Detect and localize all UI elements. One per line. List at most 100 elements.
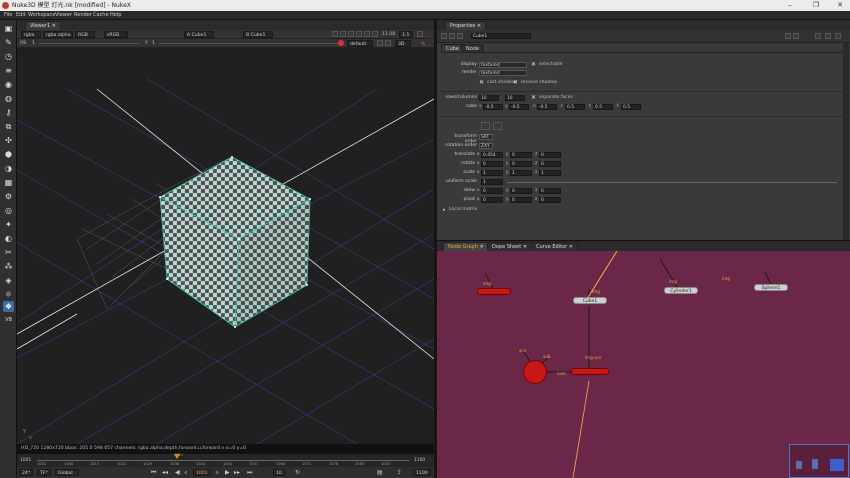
pivot-y-field[interactable]: 0 — [510, 197, 532, 203]
metadata-icon[interactable]: ▦ — [3, 177, 14, 188]
draw-icon[interactable]: ✎ — [3, 37, 14, 48]
view-mode-dropdown[interactable]: 3D — [395, 40, 411, 47]
filter-icon[interactable]: ◍ — [3, 93, 14, 104]
wipe-icon[interactable] — [364, 31, 370, 37]
menu-help[interactable]: Help — [110, 11, 121, 20]
toolsets-icon[interactable]: ⚙ — [3, 191, 14, 202]
particles-icon[interactable]: ⁂ — [3, 261, 14, 272]
menu-file[interactable]: File — [4, 11, 12, 20]
channel-dropdown[interactable]: rgba.alpha — [43, 31, 73, 38]
minimize-button[interactable]: – — [778, 0, 802, 11]
downrez-icon[interactable] — [356, 31, 362, 37]
color-picker-icon[interactable]: ✎ — [421, 40, 426, 49]
scale-y-field[interactable]: 1 — [510, 170, 532, 176]
pause-icon[interactable] — [372, 31, 378, 37]
camera-dropdown[interactable]: default — [347, 40, 373, 47]
cube-y-field[interactable]: -0.5 — [509, 104, 529, 110]
maximize-button[interactable]: ❐ — [804, 0, 828, 11]
skew-z-field[interactable]: 0 — [539, 188, 561, 194]
time-icon[interactable]: ◷ — [3, 51, 14, 62]
timeline-ruler[interactable] — [37, 456, 409, 461]
tab-viewer1[interactable]: Viewer1 ✕ — [25, 21, 61, 30]
lut-dropdown[interactable]: sRGB — [104, 31, 128, 38]
receive-shadow-checkbox[interactable]: ✕ — [513, 80, 519, 86]
transform-icon[interactable]: ✣ — [3, 135, 14, 146]
transform-handle-icon[interactable] — [481, 122, 490, 130]
translate-x-field[interactable]: 0.454 — [481, 152, 503, 158]
step-dropdown[interactable]: TF* — [37, 469, 51, 476]
last-frame-icon[interactable]: ⏭ — [247, 467, 252, 478]
first-frame-icon[interactable]: ⏮ — [151, 467, 156, 478]
play-icon[interactable]: ▶ — [225, 467, 230, 478]
cube-r-field[interactable]: 0.5 — [565, 104, 585, 110]
record-icon[interactable] — [338, 40, 344, 46]
prev-key-icon[interactable]: ◂◂ — [162, 467, 168, 478]
roi-icon[interactable] — [332, 31, 338, 37]
selectable-checkbox[interactable]: ✕ — [531, 62, 537, 68]
proxy-icon[interactable] — [348, 31, 354, 37]
tab-properties[interactable]: Properties ✕ — [445, 21, 487, 30]
node-graph[interactable]: img Cube1 img Cylinder1 img img Sphere1 … — [437, 251, 850, 478]
fps-dropdown[interactable]: 24* — [19, 469, 33, 476]
close-icon[interactable]: ✕ — [569, 244, 573, 250]
zoom-dropdown[interactable]: 1:1 — [399, 31, 413, 38]
red-node-2[interactable] — [571, 368, 609, 375]
node-name-field[interactable]: Cube1 — [471, 33, 531, 39]
loop-icon[interactable]: ↻ — [295, 467, 300, 478]
rotation-order-dropdown[interactable]: ZXY — [479, 143, 493, 149]
gain-slider[interactable] — [39, 43, 139, 44]
close-panel-icon[interactable] — [835, 33, 841, 39]
uniform-scale-slider[interactable] — [507, 182, 837, 183]
red-dot-node[interactable] — [523, 360, 547, 384]
tab-node[interactable]: Node — [461, 44, 485, 52]
close-icon[interactable] — [457, 33, 463, 39]
tab-node-graph[interactable]: Node Graph ✕ — [443, 242, 489, 251]
deep-icon[interactable]: ◈ — [3, 275, 14, 286]
views-icon[interactable]: ◑ — [3, 163, 14, 174]
input-b-dropdown[interactable]: B Cube1 — [243, 31, 273, 38]
other-icon[interactable]: ◎ — [3, 205, 14, 216]
snapshot-icon[interactable] — [385, 40, 391, 46]
cube-icon[interactable]: ❖ — [3, 301, 14, 312]
navigator-minimap[interactable] — [789, 444, 849, 478]
gain-value[interactable]: 1 — [32, 39, 35, 48]
colorspace-dropdown[interactable]: RGB — [75, 31, 95, 38]
nuke-logo-icon[interactable]: VB — [3, 315, 14, 326]
furnace-icon[interactable]: ✦ — [3, 219, 14, 230]
channel-icon[interactable]: ≡ — [3, 65, 14, 76]
flipbook-icon[interactable]: ▤ — [377, 467, 383, 478]
translate-y-field[interactable]: 0 — [510, 152, 532, 158]
close-icon[interactable]: ✕ — [52, 23, 56, 29]
merge-icon[interactable]: ⧉ — [3, 121, 14, 132]
pivot-z-field[interactable]: 0 — [539, 197, 561, 203]
input-a-dropdown[interactable]: A Cube1 — [184, 31, 214, 38]
uniform-scale-field[interactable]: 1 — [481, 179, 503, 185]
timeline[interactable]: 1001 1100 1001 1008 1015 1022 1029 1036 … — [17, 453, 434, 467]
cast-shadow-checkbox[interactable]: ✕ — [479, 80, 485, 86]
close-icon[interactable]: ✕ — [480, 244, 484, 250]
layer-dropdown[interactable]: rgba — [21, 31, 41, 38]
scale-z-field[interactable]: 1 — [539, 170, 561, 176]
cube-n-field[interactable]: -0.5 — [537, 104, 557, 110]
display-dropdown[interactable]: textured — [479, 62, 527, 68]
fullframe-icon[interactable] — [417, 31, 423, 37]
rotate-y-field[interactable]: 0 — [510, 161, 532, 167]
menu-render[interactable]: Render — [74, 11, 92, 20]
viewer-icon[interactable] — [785, 33, 791, 39]
menu-viewer[interactable]: Viewer — [55, 11, 72, 20]
pivot-x-field[interactable]: 0 — [481, 197, 503, 203]
float-panel-icon[interactable] — [825, 33, 831, 39]
cube-f-field[interactable]: 0.5 — [621, 104, 641, 110]
menu-edit[interactable]: Edit — [16, 11, 26, 20]
expand-icon[interactable]: ▸ — [443, 207, 446, 213]
models-icon[interactable]: ⚛ — [3, 289, 14, 300]
menu-cache[interactable]: Cache — [93, 11, 109, 20]
properties-scrollbar[interactable] — [843, 43, 849, 240]
sphere1-node[interactable]: Sphere1 — [754, 284, 788, 291]
tab-dope-sheet[interactable]: Dope Sheet ✕ — [487, 242, 533, 251]
frame-field[interactable]: 1001 — [193, 469, 211, 476]
local-matrix-label[interactable]: Local matrix — [449, 207, 477, 212]
help-icon[interactable] — [793, 33, 799, 39]
next-key-icon[interactable]: ▸▸ — [234, 467, 240, 478]
cylinder1-node[interactable]: Cylinder1 — [664, 287, 698, 294]
